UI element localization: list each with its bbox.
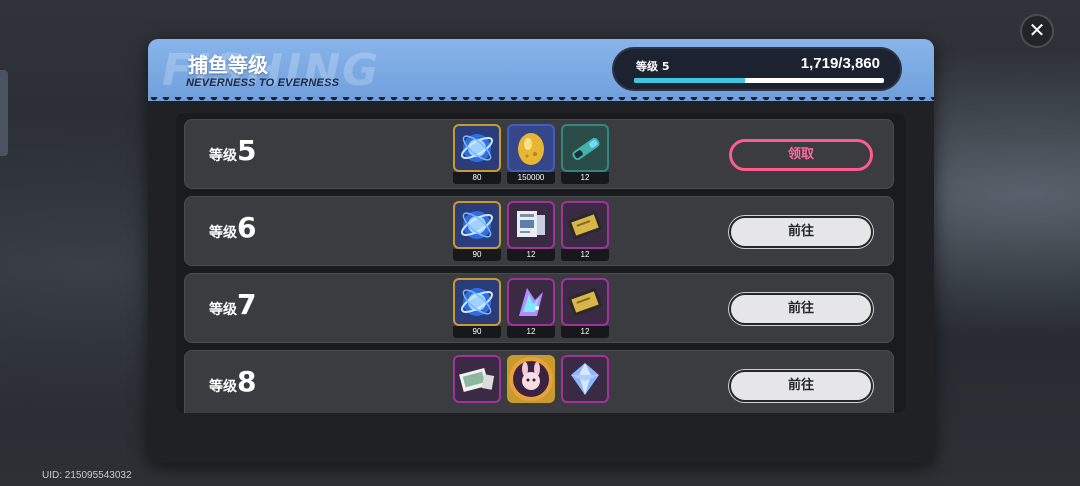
reward-item[interactable]: 12 bbox=[561, 124, 609, 184]
level-number: 7 bbox=[237, 288, 257, 321]
panel-subtitle: NEVERNESS TO EVERNESS bbox=[186, 77, 340, 89]
close-button[interactable]: ✕ bbox=[1020, 14, 1054, 48]
reward-count: 90 bbox=[453, 249, 501, 261]
blue-orb-icon bbox=[453, 201, 501, 249]
reward-item[interactable]: 90 bbox=[453, 201, 501, 261]
level-row-5: 等级 5 80 150000 12 领取 bbox=[184, 119, 894, 189]
side-tab[interactable] bbox=[0, 70, 8, 156]
level-number: 8 bbox=[237, 365, 257, 398]
level-label: 等级 8 bbox=[209, 365, 256, 398]
reward-item[interactable]: 90 bbox=[453, 278, 501, 338]
level-progress-fill bbox=[634, 78, 746, 83]
reward-count: 80 bbox=[453, 172, 501, 184]
gold-ticket-icon bbox=[561, 201, 609, 249]
teal-scroll-icon bbox=[561, 124, 609, 172]
blue-orb-icon bbox=[453, 124, 501, 172]
level-prefix: 等级 bbox=[209, 379, 237, 395]
reward-item[interactable]: 12 bbox=[561, 278, 609, 338]
crystal-feather-icon bbox=[507, 278, 555, 326]
level-row-6: 等级 6 90 12 12 前往 bbox=[184, 196, 894, 266]
reward-items: 80 150000 12 bbox=[453, 124, 609, 184]
reward-item[interactable]: 12 bbox=[507, 278, 555, 338]
reward-items bbox=[453, 355, 609, 413]
reward-count: 12 bbox=[561, 249, 609, 261]
level-progress-bar bbox=[634, 78, 884, 83]
level-label: 等级 7 bbox=[209, 288, 256, 321]
reward-count: 12 bbox=[507, 249, 555, 261]
level-prefix: 等级 bbox=[209, 148, 237, 164]
go-button[interactable]: 前往 bbox=[729, 370, 873, 402]
diamond-crystal-icon bbox=[561, 355, 609, 403]
reward-count: 150000 bbox=[507, 172, 555, 184]
reward-item[interactable] bbox=[507, 355, 555, 413]
reward-list[interactable]: 等级 5 80 150000 12 领取 等级 6 90 12 12 前往 等级 7 90 12 12 前往 等级 8… bbox=[176, 113, 906, 413]
reward-count: 12 bbox=[561, 172, 609, 184]
level-number: 5 bbox=[237, 134, 257, 167]
gold-ticket-icon bbox=[561, 278, 609, 326]
level-number: 6 bbox=[237, 211, 257, 244]
level-label: 等级 6 bbox=[209, 211, 256, 244]
level-progress-box: 等级 5 1,719/3,860 bbox=[612, 47, 902, 91]
go-button[interactable]: 前往 bbox=[729, 216, 873, 248]
reward-item[interactable]: 80 bbox=[453, 124, 501, 184]
reward-item[interactable] bbox=[453, 355, 501, 413]
level-progress-text: 1,719/3,860 bbox=[800, 55, 880, 72]
panel-header: FISHING 捕鱼等级 NEVERNESS TO EVERNESS 等级 5 … bbox=[148, 39, 934, 101]
reward-item[interactable]: 12 bbox=[507, 201, 555, 261]
photo-card-icon bbox=[453, 355, 501, 403]
reward-items: 90 12 12 bbox=[453, 278, 609, 338]
gold-coin-egg-icon bbox=[507, 124, 555, 172]
panel-title: 捕鱼等级 bbox=[188, 53, 268, 77]
reward-item[interactable] bbox=[561, 355, 609, 413]
reward-item[interactable]: 150000 bbox=[507, 124, 555, 184]
reward-items: 90 12 12 bbox=[453, 201, 609, 261]
header-edge-decoration bbox=[148, 97, 934, 105]
level-label: 等级 5 bbox=[209, 134, 256, 167]
bunny-badge-icon bbox=[507, 355, 555, 403]
reward-count: 12 bbox=[507, 326, 555, 338]
level-prefix: 等级 bbox=[209, 302, 237, 318]
level-row-8: 等级 8 前往 bbox=[184, 350, 894, 413]
current-level-label: 等级 5 bbox=[636, 60, 670, 73]
reward-count: 90 bbox=[453, 326, 501, 338]
card-pack-icon bbox=[507, 201, 555, 249]
go-button[interactable]: 前往 bbox=[729, 293, 873, 325]
blue-orb-icon bbox=[453, 278, 501, 326]
fishing-level-panel: FISHING 捕鱼等级 NEVERNESS TO EVERNESS 等级 5 … bbox=[148, 39, 934, 463]
uid-text: UID: 215095543032 bbox=[42, 470, 132, 481]
level-prefix: 等级 bbox=[209, 225, 237, 241]
reward-count: 12 bbox=[561, 326, 609, 338]
reward-item[interactable]: 12 bbox=[561, 201, 609, 261]
level-row-7: 等级 7 90 12 12 前往 bbox=[184, 273, 894, 343]
claim-button[interactable]: 领取 bbox=[729, 139, 873, 171]
